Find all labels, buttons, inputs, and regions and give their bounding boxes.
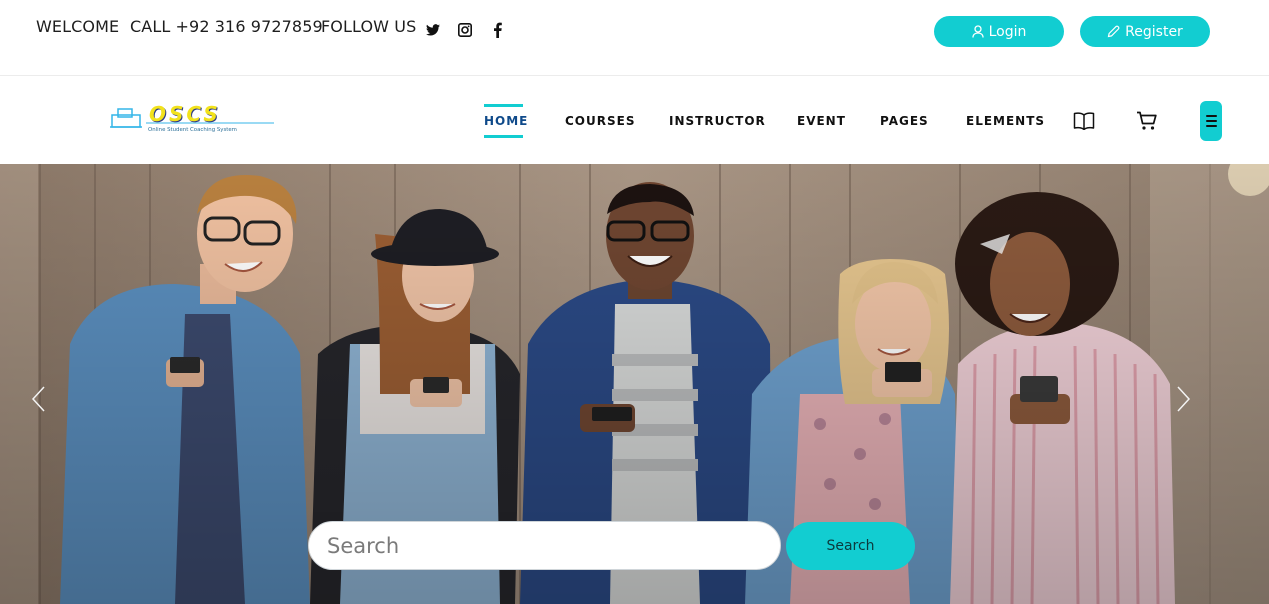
cart-icon[interactable]: [1136, 111, 1158, 135]
svg-text:Online Student Coaching System: Online Student Coaching System: [148, 127, 237, 133]
nav-event[interactable]: EVENT: [797, 114, 846, 128]
nav-elements[interactable]: ELEMENTS: [966, 114, 1045, 128]
facebook-icon[interactable]: [489, 22, 505, 38]
active-nav-top-line: [484, 104, 523, 107]
follow-us-text: FOLLOW US: [321, 17, 417, 36]
active-nav-bottom-line: [484, 135, 523, 138]
instagram-icon[interactable]: [457, 22, 473, 38]
next-slide-arrow[interactable]: [1176, 385, 1192, 417]
search-input[interactable]: [308, 521, 781, 570]
top-bar: WELCOME CALL +92 316 9727859 FOLLOW US L…: [0, 0, 1269, 76]
prev-slide-arrow[interactable]: [30, 385, 46, 417]
nav-courses[interactable]: COURSES: [565, 114, 635, 128]
nav-pages[interactable]: PAGES: [880, 114, 929, 128]
main-nav: OSCS OSCS Online Student Coaching System…: [0, 77, 1269, 164]
user-icon: [971, 25, 984, 38]
register-label: Register: [1125, 23, 1183, 40]
book-icon[interactable]: [1073, 112, 1095, 134]
pencil-icon: [1107, 25, 1120, 38]
login-label: Login: [988, 23, 1027, 40]
phone-text: CALL +92 316 9727859: [130, 17, 323, 36]
nav-instructor[interactable]: INSTRUCTOR: [669, 114, 766, 128]
register-button[interactable]: Register: [1080, 16, 1210, 47]
oscs-logo[interactable]: OSCS OSCS Online Student Coaching System: [108, 102, 280, 137]
nav-home[interactable]: HOME: [484, 114, 528, 128]
search-button[interactable]: Search: [786, 522, 915, 570]
twitter-icon[interactable]: [425, 22, 441, 38]
hero-slider: Search: [0, 164, 1269, 604]
login-button[interactable]: Login: [934, 16, 1064, 47]
welcome-text: WELCOME: [36, 17, 120, 36]
hamburger-icon[interactable]: [1200, 101, 1222, 141]
